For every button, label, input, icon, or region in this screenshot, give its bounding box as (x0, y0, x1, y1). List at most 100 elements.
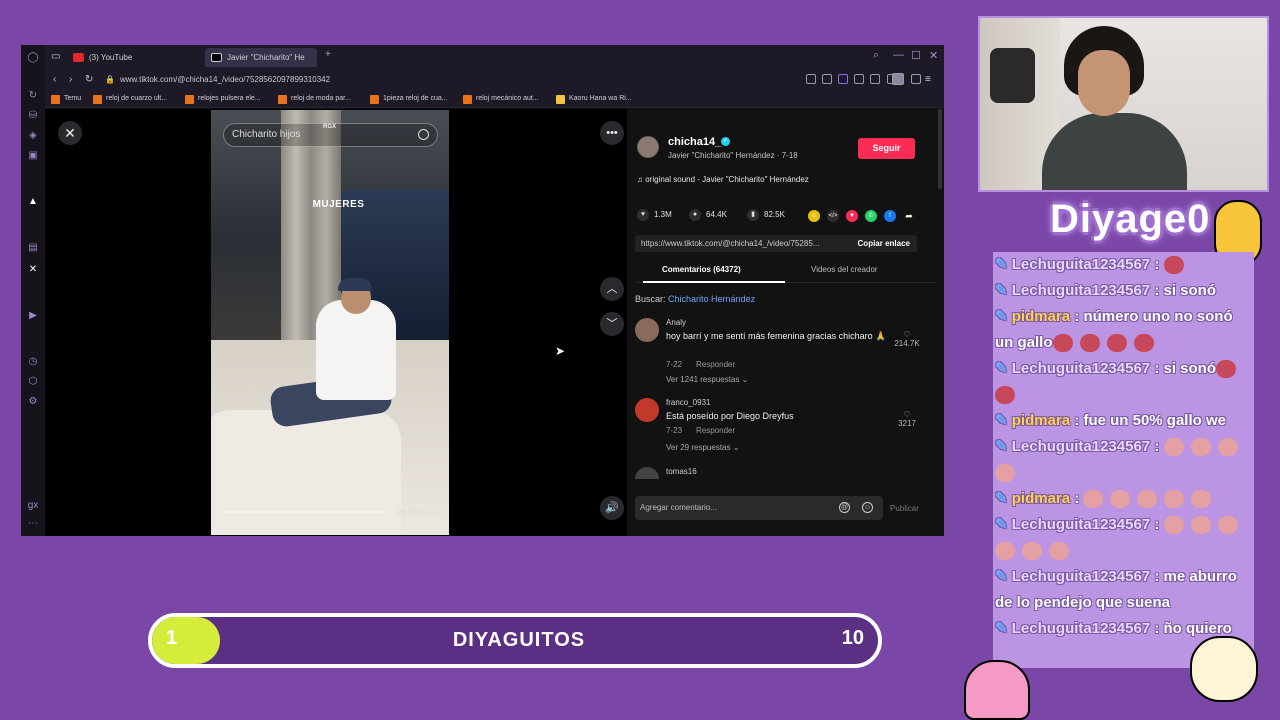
facebook-icon[interactable]: f (884, 210, 896, 222)
reply-button[interactable]: Responder (696, 360, 735, 369)
tab-creator-videos[interactable]: Videos del creador (811, 264, 878, 276)
send-icon[interactable] (854, 74, 864, 84)
video-player[interactable]: Chicharito hijos RGX MUJERES 00:00/01:02 (211, 110, 449, 535)
tab-comments[interactable]: Comentarios (64372) (662, 264, 741, 276)
tab-menu-icon[interactable]: ▭ (51, 50, 60, 64)
volume-button[interactable]: 🔊 (600, 496, 624, 520)
close-window-icon[interactable]: ✕ (929, 49, 938, 62)
forward-icon[interactable]: › (69, 73, 72, 87)
whatsapp-icon[interactable]: ✆ (865, 210, 877, 222)
comment-like[interactable]: ♡ 214.7K (887, 330, 927, 348)
publish-button[interactable]: Publicar (890, 504, 919, 513)
chat-text: ño quiero (1163, 620, 1232, 637)
heart-icon[interactable] (870, 74, 880, 84)
share-friend-icon[interactable]: ☺ (808, 210, 820, 222)
twitch-icon[interactable]: ▤ (26, 241, 40, 255)
avatar[interactable] (635, 398, 659, 422)
avatar[interactable] (635, 467, 659, 479)
search-prefix: Buscar: (635, 294, 666, 304)
more-icon[interactable]: ⋯ (26, 517, 40, 531)
sound-link[interactable]: ♫ original sound - Javier "Chicharito" H… (637, 175, 809, 184)
url-field[interactable]: www.tiktok.com/@chicha14_/video/75285620… (120, 73, 330, 87)
opera-logo-icon[interactable]: ◯ (26, 51, 40, 65)
player-icon[interactable]: ▶ (26, 309, 40, 323)
chat-message: ✎ Lechuguita1234567 : me aburro de lo pe… (993, 564, 1254, 616)
minimize-icon[interactable]: — (893, 49, 904, 61)
scrollbar[interactable] (938, 109, 942, 189)
chat-message: ✎ Lechuguita1234567 : si sonó (993, 278, 1254, 304)
history-icon[interactable]: ◷ (26, 355, 40, 369)
previous-video-button[interactable]: ︿ (600, 277, 624, 301)
search-term-link[interactable]: Chicharito Hernández (668, 294, 755, 304)
video-person (316, 300, 396, 400)
profile-icon[interactable] (892, 73, 904, 85)
comment-user[interactable]: Analy (666, 318, 686, 327)
download-icon[interactable] (911, 74, 921, 84)
heart-icon: ♥ (637, 209, 649, 221)
video-progress-bar[interactable] (225, 511, 387, 513)
search-icon[interactable] (418, 129, 429, 140)
send-icon[interactable]: ▼ (846, 210, 858, 222)
copy-link-button[interactable]: Copiar enlace (858, 235, 910, 252)
emote-icon (1163, 516, 1184, 535)
view-replies-button[interactable]: Ver 29 respuestas ⌄ (666, 443, 739, 452)
bookmark-item[interactable]: reloj de moda par... (278, 93, 351, 105)
chat-text: si sonó (1163, 360, 1217, 377)
comment-user[interactable]: tomas16 (666, 467, 697, 476)
aria-icon[interactable]: ◈ (26, 129, 40, 143)
vpn-icon[interactable] (838, 74, 848, 84)
bag-icon[interactable]: ⛁ (26, 109, 40, 123)
bookmark-item[interactable]: 1pieza reloj de cua... (370, 93, 448, 105)
more-options-button[interactable]: ••• (600, 121, 624, 145)
avatar[interactable] (637, 136, 659, 158)
bookmark-item[interactable]: relojes pulsera ele... (185, 93, 261, 105)
comment-user[interactable]: franco_0931 (666, 398, 710, 407)
settings-icon[interactable]: ⚙ (26, 395, 40, 409)
comment-button[interactable]: ● 64.4K (689, 209, 727, 221)
bookmark-label: Temu (64, 95, 82, 102)
reload-icon[interactable]: ↻ (85, 73, 93, 87)
view-replies-button[interactable]: Ver 1241 respuestas ⌄ (666, 375, 748, 384)
chat-text: si sonó (1163, 282, 1217, 299)
maximize-icon[interactable]: ☐ (911, 49, 921, 62)
snapshot-icon[interactable] (822, 74, 832, 84)
next-video-button[interactable]: ﹀ (600, 312, 624, 336)
comment-count: 64.4K (706, 210, 727, 219)
close-video-button[interactable]: ✕ (58, 121, 82, 145)
chat-separator: : (1070, 308, 1084, 325)
save-button[interactable]: ▮ 82.5K (747, 209, 785, 221)
tab-youtube[interactable]: (3) YouTube (67, 48, 175, 67)
extensions-icon[interactable]: ⬡ (26, 375, 40, 389)
menu-icon[interactable]: ≡ (925, 73, 931, 87)
bookmark-icon (370, 95, 379, 104)
bookmark-item[interactable]: Kaoru Hana wa Ri... (556, 93, 632, 105)
search-tabs-icon[interactable]: ⌕ (873, 49, 879, 62)
bookmark-icon (463, 95, 472, 104)
refresh-icon[interactable]: ↻ (26, 89, 40, 103)
related-search[interactable]: Buscar: Chicharito Hernández (635, 294, 755, 304)
bookmark-item[interactable]: reloj mecánico aut... (463, 93, 539, 105)
embed-icon[interactable]: </> (827, 210, 839, 222)
comment-like[interactable]: ♡ 3217 (887, 410, 927, 428)
comment-input[interactable]: Agregar comentario... @ ☺ (635, 496, 883, 520)
messenger-icon[interactable]: ▣ (26, 149, 40, 163)
link-field[interactable]: https://www.tiktok.com/@chicha14_/video/… (635, 235, 917, 252)
new-tab-icon[interactable]: + (325, 48, 331, 62)
follow-button[interactable]: Seguir (858, 138, 915, 159)
mention-icon[interactable]: @ (839, 502, 850, 513)
reply-button[interactable]: Responder (696, 426, 735, 435)
pin-icon[interactable] (806, 74, 816, 84)
tab-tiktok[interactable]: Javier "Chicharito" He (205, 48, 317, 67)
tab-bar: ▭ (3) YouTube Javier "Chicharito" He + ⌕… (45, 45, 944, 69)
share-arrow-icon[interactable]: ➦ (903, 210, 915, 222)
gx-icon[interactable]: gx (26, 499, 40, 513)
tiktok-sidebar-icon[interactable]: ▲ (26, 195, 40, 209)
bookmark-item[interactable]: Temu (51, 93, 81, 105)
x-icon[interactable]: ✕ (26, 263, 40, 277)
emoji-icon[interactable]: ☺ (862, 502, 873, 513)
back-icon[interactable]: ‹ (53, 73, 56, 87)
bookmark-item[interactable]: reloj de cuarzo ult... (93, 93, 167, 105)
avatar[interactable] (635, 318, 659, 342)
like-button[interactable]: ♥ 1.3M (637, 209, 672, 221)
username[interactable]: chicha14_ (668, 136, 721, 148)
